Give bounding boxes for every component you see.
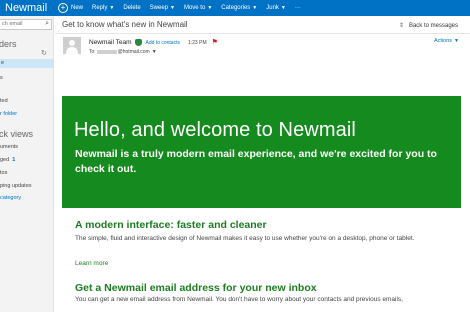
recipient-line: To: @hotmail.com ▼ (89, 49, 157, 55)
redacted-address (96, 50, 117, 54)
chevron-down-icon: ▼ (252, 5, 258, 11)
top-command-bar: Newmail + New Reply ▼ Delete Sweep ▼ Mov… (0, 0, 470, 16)
sidebar-item-folder[interactable]: s (0, 75, 3, 81)
chevron-down-icon: ▼ (207, 5, 213, 11)
back-label: Back to messages (408, 22, 458, 29)
sweep-button[interactable]: Sweep ▼ (150, 5, 175, 11)
flag-icon[interactable]: ⚑ (212, 39, 218, 46)
more-button[interactable]: ··· (295, 5, 301, 11)
learn-more-link[interactable]: Learn more (75, 260, 108, 267)
chevron-down-icon: ▼ (109, 5, 115, 11)
actions-label: Actions (434, 38, 453, 44)
avatar-head (69, 40, 75, 46)
section-text-interface: The simple, fluid and interactive design… (75, 235, 415, 242)
sweep-label: Sweep (149, 5, 169, 11)
plus-circle-icon: + (58, 3, 68, 13)
new-button[interactable]: + New (58, 3, 83, 13)
sidebar-item-photos[interactable]: tos (0, 170, 7, 176)
sender-name[interactable]: Newmail Team (89, 39, 132, 46)
move-to-button[interactable]: Move to ▼ (184, 5, 212, 11)
to-domain: @hotmail.com (117, 49, 150, 55)
search-placeholder: ch email (2, 21, 23, 27)
to-prefix: To: (89, 49, 96, 55)
refresh-icon[interactable]: ↻ (41, 49, 47, 57)
chevron-down-icon: ▼ (170, 5, 175, 11)
reply-button[interactable]: Reply ▼ (92, 5, 114, 11)
actions-menu[interactable]: Actions ▼ (434, 38, 459, 44)
welcome-banner: Hello, and welcome to Newmail Newmail is… (62, 96, 461, 208)
search-input[interactable]: ch email ⌕ (0, 19, 52, 30)
avatar-body (66, 47, 78, 54)
message-time: 1:23 PM (187, 39, 207, 46)
categories-label: Categories (221, 5, 251, 11)
sidebar-item-flagged[interactable]: ged 1 (0, 157, 15, 163)
shield-icon (134, 39, 142, 46)
reading-pane: Get to know what's new in Newmail ⇕ Back… (55, 16, 470, 312)
new-category-link[interactable]: category (0, 195, 21, 201)
count-badge: 1 (12, 157, 16, 163)
junk-button[interactable]: Junk ▼ (266, 5, 286, 11)
junk-label: Junk (266, 5, 279, 11)
sidebar-item-documents[interactable]: uments (0, 144, 18, 150)
welcome-text: Newmail is a truly modern email experien… (75, 148, 437, 175)
sidebar: ch email ⌕ ders ↻ e s ted r folder ck vi… (0, 16, 54, 312)
sidebar-item-deleted[interactable]: ted (0, 98, 8, 104)
quick-views-heading: ck views (0, 129, 34, 139)
search-icon[interactable]: ⌕ (45, 20, 49, 28)
section-text-address: You can get a new email address from New… (75, 296, 403, 303)
move-to-label: Move to (183, 5, 206, 11)
avatar (63, 37, 81, 54)
command-list: + New Reply ▼ Delete Sweep ▼ Move to ▼ C… (58, 0, 310, 16)
reply-label: Reply (92, 5, 108, 11)
back-to-messages-link[interactable]: ⇕ Back to messages (398, 22, 458, 30)
sidebar-item-label: ged (0, 157, 10, 163)
categories-button[interactable]: Categories ▼ (221, 5, 257, 11)
more-label: ··· (294, 5, 301, 11)
add-to-contacts-link[interactable]: Add to contacts (146, 40, 180, 46)
chevron-down-icon[interactable]: ▼ (152, 49, 157, 55)
sender-line: Newmail Team Add to contacts 1:23 PM ⚑ (89, 39, 218, 46)
chevron-down-icon: ▼ (454, 38, 459, 44)
header-divider (55, 33, 470, 34)
app-title[interactable]: Newmail (0, 0, 56, 16)
delete-button[interactable]: Delete (123, 5, 140, 11)
welcome-title: Hello, and welcome to Newmail (74, 119, 356, 141)
chevron-down-icon: ▼ (280, 5, 286, 11)
new-label: New (71, 5, 84, 11)
delete-label: Delete (123, 5, 141, 11)
folders-heading[interactable]: ders (0, 39, 17, 49)
sidebar-item-inbox[interactable]: e (0, 59, 53, 68)
back-arrow-icon: ⇕ (398, 23, 404, 29)
message-subject: Get to know what's new in Newmail (62, 20, 188, 29)
new-folder-link[interactable]: r folder (0, 111, 17, 117)
sidebar-item-shipping[interactable]: ping updates (0, 183, 32, 189)
section-title-interface: A modern interface: faster and cleaner (75, 219, 267, 231)
